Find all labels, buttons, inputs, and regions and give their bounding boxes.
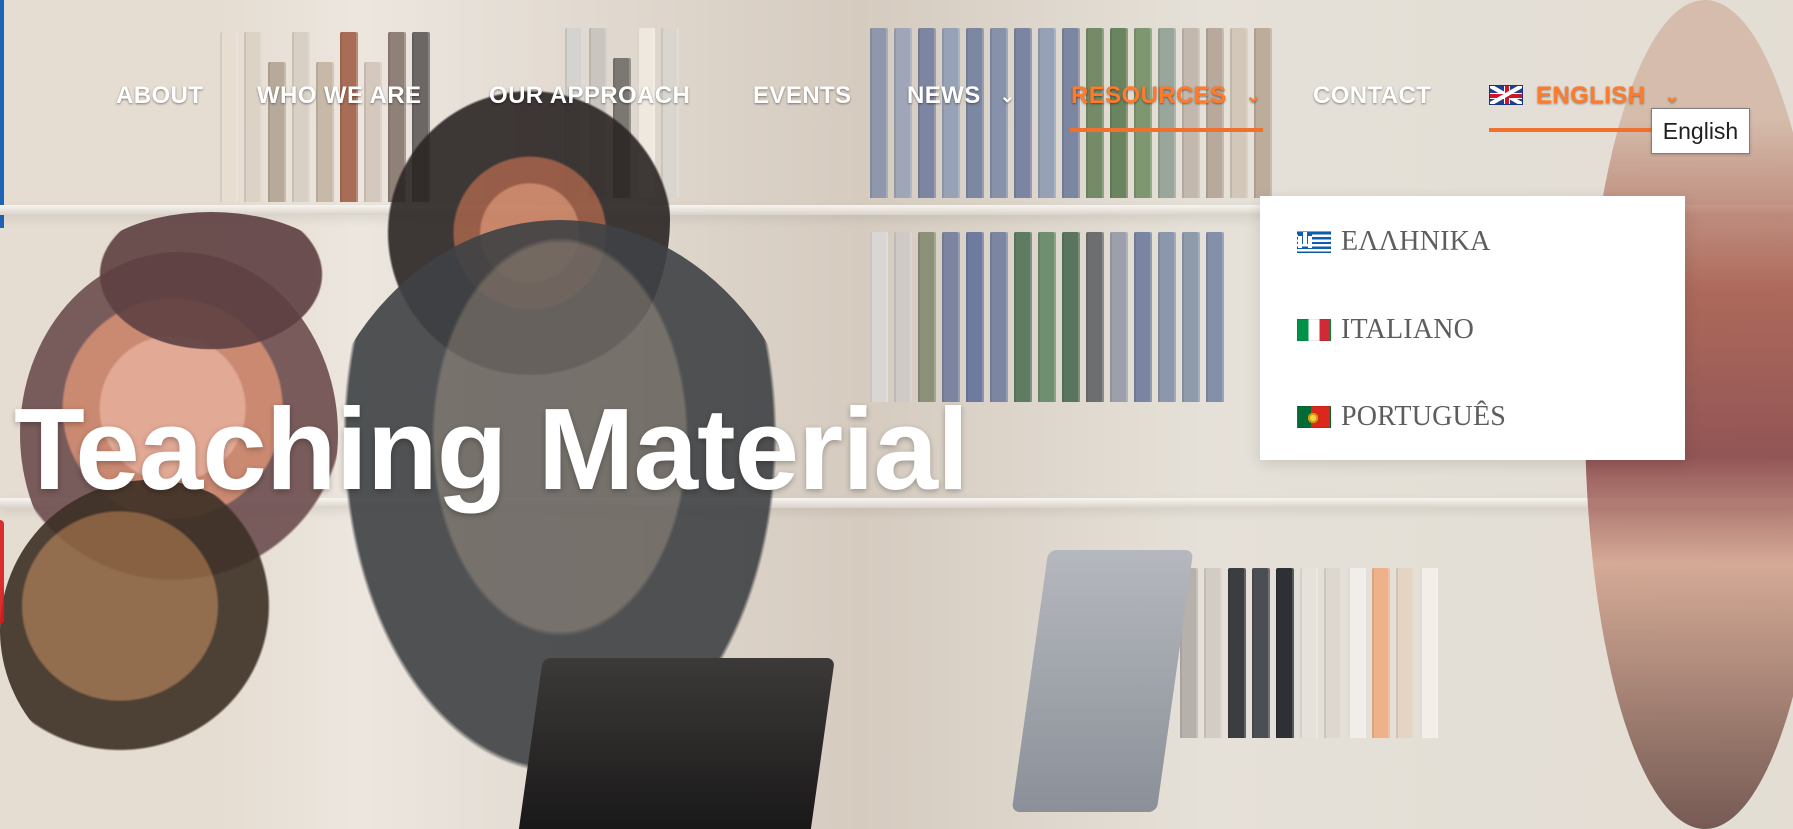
nav-contact[interactable]: CONTACT: [1313, 82, 1431, 110]
nav-about[interactable]: ABOUT: [116, 82, 203, 110]
main-navigation: ABOUT WHO WE ARE OUR APPROACH EVENTS NEW…: [0, 72, 1793, 132]
nav-resources[interactable]: RESOURCES ⌄: [1071, 82, 1261, 110]
language-option-greek[interactable]: ΕΛΛΗΝΙΚΑ: [1297, 222, 1491, 262]
left-red-marker: [0, 520, 4, 624]
nav-events-label: EVENTS: [753, 82, 852, 109]
chevron-down-icon: ⌄: [1664, 86, 1681, 106]
nav-contact-label: CONTACT: [1313, 82, 1432, 109]
nav-language-english[interactable]: ENGLISH ⌄: [1489, 82, 1680, 110]
language-dropdown-menu: ΕΛΛΗΝΙΚΑ ITALIANO PORTUGUÊS: [1260, 196, 1685, 460]
nav-who-we-are-label: WHO WE ARE: [257, 82, 422, 109]
nav-events[interactable]: EVENTS: [753, 82, 851, 110]
language-tooltip: English: [1651, 108, 1750, 154]
language-option-portuguese-label: PORTUGUÊS: [1341, 401, 1507, 432]
book-group-middle-right: [870, 232, 1224, 402]
language-option-portuguese[interactable]: PORTUGUÊS: [1297, 397, 1506, 437]
nav-language-label: ENGLISH: [1536, 82, 1646, 109]
hero-section: ABOUT WHO WE ARE OUR APPROACH EVENTS NEW…: [0, 0, 1793, 829]
italy-flag-icon: [1297, 319, 1331, 341]
chevron-down-icon: ⌄: [999, 86, 1016, 106]
person-left-cap: [72, 212, 350, 368]
language-option-italian-label: ITALIANO: [1341, 314, 1475, 345]
language-tooltip-text: English: [1662, 118, 1739, 144]
nav-news[interactable]: NEWS ⌄: [907, 82, 1015, 110]
nav-our-approach[interactable]: OUR APPROACH: [489, 82, 690, 110]
laptop-center: [1011, 550, 1194, 812]
book-group-lower-right: [1180, 568, 1438, 738]
nav-news-label: NEWS: [907, 82, 981, 109]
language-active-underline: [1489, 128, 1659, 132]
person-left-arm: [0, 480, 300, 780]
nav-resources-label: RESOURCES: [1071, 82, 1227, 109]
nav-our-approach-label: OUR APPROACH: [489, 82, 691, 109]
language-option-greek-label: ΕΛΛΗΝΙΚΑ: [1341, 226, 1491, 257]
greece-flag-icon: [1297, 231, 1331, 253]
uk-flag-icon: [1489, 85, 1523, 105]
chevron-down-icon: ⌄: [1245, 86, 1262, 106]
language-option-italian[interactable]: ITALIANO: [1297, 310, 1474, 350]
nav-about-label: ABOUT: [116, 82, 204, 109]
laptop-left: [517, 658, 835, 829]
portugal-flag-icon: [1297, 406, 1331, 428]
nav-who-we-are[interactable]: WHO WE ARE: [257, 82, 421, 110]
resources-active-underline: [1070, 128, 1263, 132]
page-title: Teaching Material: [14, 383, 969, 514]
